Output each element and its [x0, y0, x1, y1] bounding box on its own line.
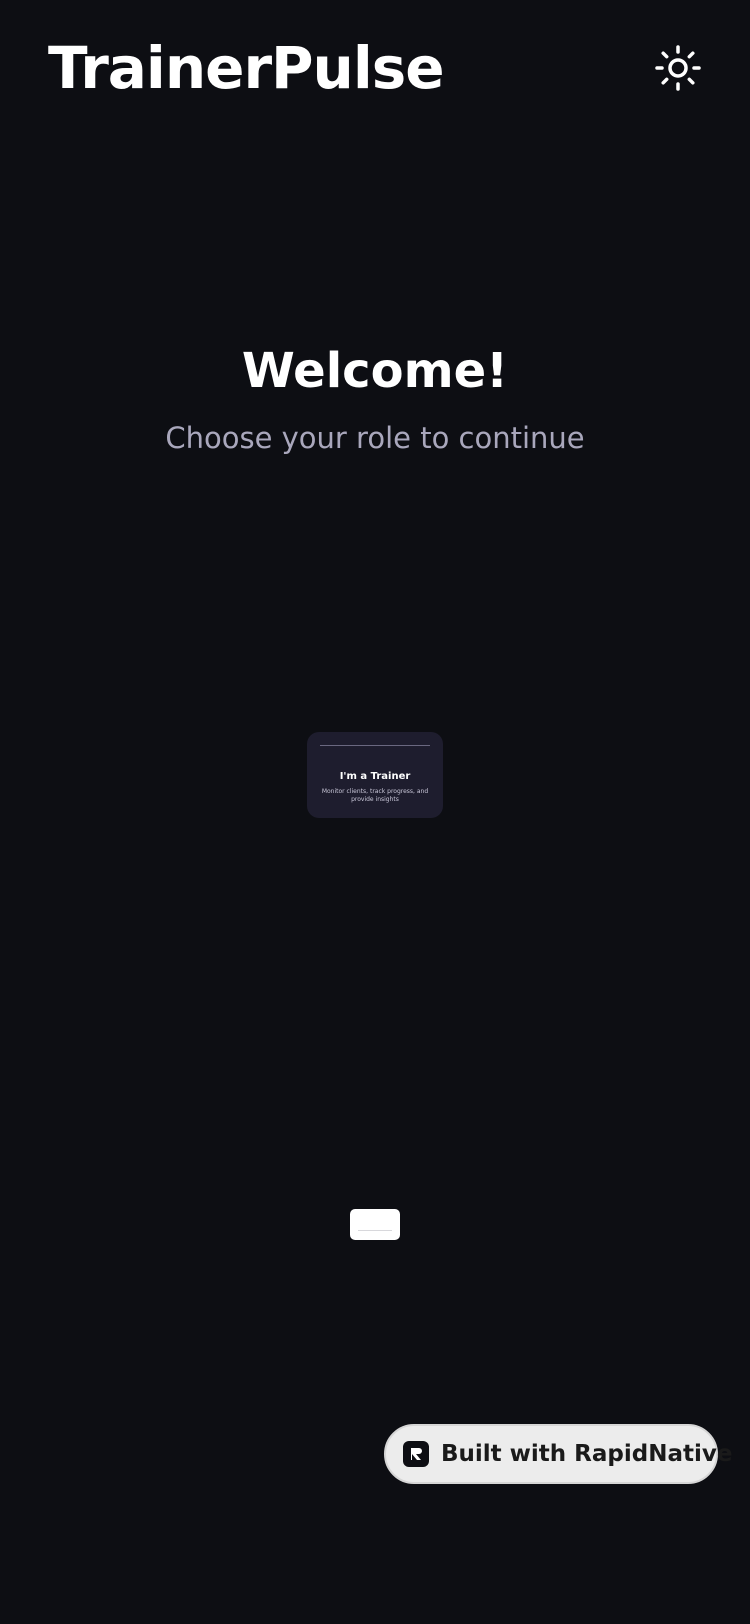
theme-toggle-button[interactable]	[654, 44, 702, 92]
role-selection-screen: TrainerPulse Welcome! Choose your role t…	[0, 0, 750, 1624]
card-placeholder-line	[358, 1230, 392, 1231]
built-with-badge[interactable]: Built with RapidNative	[384, 1424, 732, 1484]
trainer-role-card[interactable]: I'm a Trainer Monitor clients, track pro…	[307, 732, 443, 818]
card-divider	[320, 745, 430, 746]
client-role-card[interactable]	[350, 1209, 400, 1240]
welcome-subtitle: Choose your role to continue	[165, 421, 585, 455]
role-card-description: Monitor clients, track progress, and pro…	[321, 788, 429, 803]
app-title: TrainerPulse	[48, 34, 445, 102]
role-card-title: I'm a Trainer	[339, 771, 411, 782]
rapidnative-logo-icon	[403, 1441, 429, 1467]
badge-label: Built with RapidNative	[441, 1441, 733, 1467]
welcome-heading: Welcome!	[241, 343, 509, 399]
sun-icon	[655, 45, 701, 91]
